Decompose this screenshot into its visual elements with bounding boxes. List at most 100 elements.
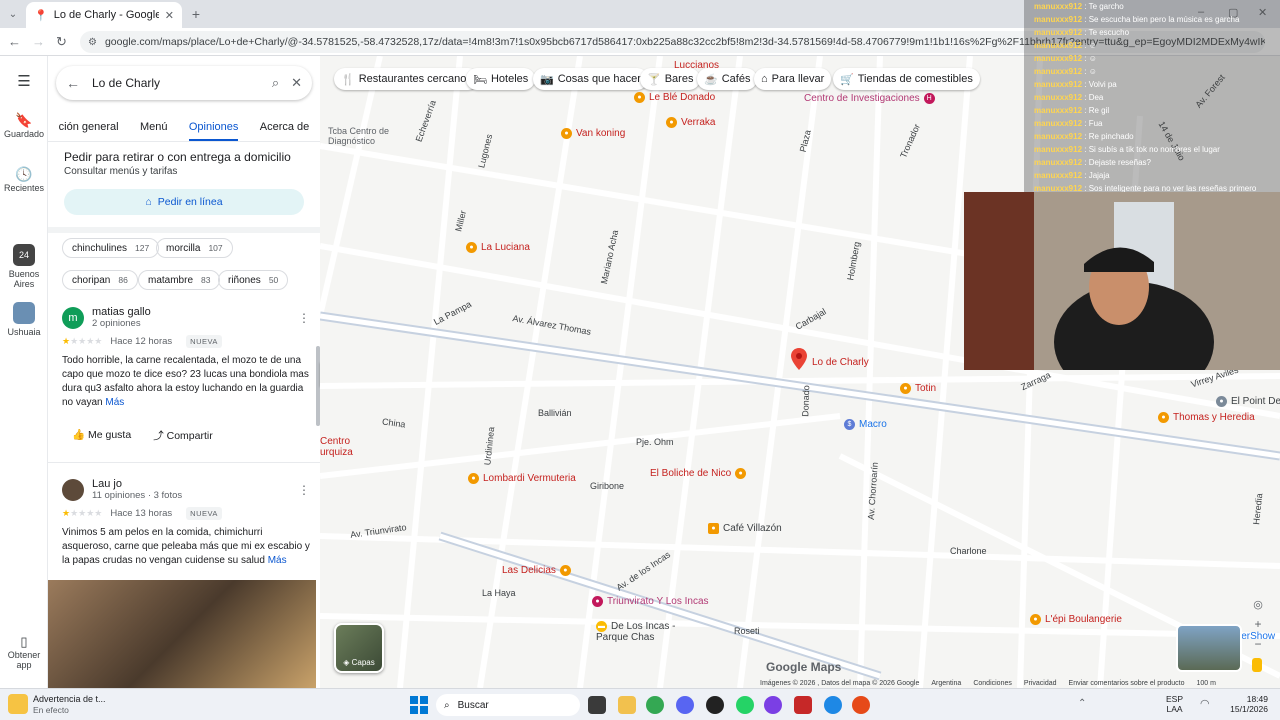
- chip-choripan[interactable]: choripan 86: [62, 270, 138, 290]
- country-link[interactable]: Argentina: [931, 680, 961, 688]
- close-tab-icon[interactable]: ✕: [165, 9, 174, 22]
- chat-message: manuxxx912 : Re gil: [1034, 106, 1110, 115]
- file-explorer-icon[interactable]: [618, 696, 636, 714]
- zoom-out-icon[interactable]: −: [1248, 636, 1268, 652]
- poi-lepi[interactable]: ● L'épi Boulangerie: [1030, 614, 1122, 625]
- layers-button[interactable]: ◈ Capas: [334, 623, 384, 673]
- whatsapp-icon[interactable]: [736, 696, 754, 714]
- chat-message: manuxxx912 : Te garcho: [1034, 2, 1124, 11]
- chip-bars[interactable]: 🍸 Bares: [640, 68, 701, 90]
- reviewer-name[interactable]: Lau jo: [92, 478, 290, 490]
- recent-button[interactable]: 🕓 Recientes: [0, 166, 48, 193]
- windows-start-icon[interactable]: [410, 696, 428, 714]
- app-icon[interactable]: [764, 696, 782, 714]
- search-icon[interactable]: ⌕: [272, 75, 279, 91]
- language-indicator[interactable]: ESP LAA: [1166, 694, 1183, 714]
- tab-about[interactable]: Acerca de: [260, 121, 310, 133]
- taskbar-search[interactable]: ⌕ Buscar: [436, 694, 580, 716]
- reviewer-name[interactable]: matias gallo: [92, 306, 290, 318]
- poi-boliche-nico[interactable]: El Boliche de Nico ●: [650, 468, 750, 479]
- chat-text: Volvi pa: [1088, 80, 1117, 89]
- pegman-icon[interactable]: [1252, 658, 1262, 672]
- chip-cafes[interactable]: ☕ Cafés: [697, 68, 758, 90]
- reload-icon[interactable]: ↻: [56, 34, 67, 50]
- wifi-icon[interactable]: ◠: [1200, 697, 1210, 710]
- share-button[interactable]: ⤴ Compartir: [153, 428, 213, 443]
- close-icon[interactable]: ✕: [291, 75, 302, 91]
- tab-menu[interactable]: Menú: [140, 121, 168, 133]
- app-icon[interactable]: [794, 696, 812, 714]
- privacy-link[interactable]: Privacidad: [1024, 680, 1057, 688]
- chip-hotels[interactable]: 🛏 Hoteles: [466, 68, 536, 90]
- poi-triunvirato-incas[interactable]: ● Triunvirato Y Los Incas: [592, 596, 709, 607]
- poi-centro-investigaciones[interactable]: Centro de Investigaciones H: [804, 93, 939, 104]
- my-location-icon[interactable]: ◎: [1248, 596, 1268, 612]
- forward-icon[interactable]: →: [32, 34, 45, 49]
- clock[interactable]: 18:49 15/1/2026: [1218, 694, 1268, 714]
- new-badge: NUEVA: [186, 335, 222, 348]
- poi-verraka[interactable]: ● Verraka: [666, 117, 715, 128]
- menu-icon[interactable]: ☰: [0, 72, 48, 90]
- poi-las-delicias[interactable]: Las Delicias ●: [502, 565, 575, 576]
- chip-things-to-do[interactable]: 📷 Cosas que hacer: [533, 68, 648, 90]
- feedback-link[interactable]: Enviar comentarios sobre el producto: [1069, 680, 1185, 688]
- poi-thomas-heredia[interactable]: ● Thomas y Heredia: [1158, 412, 1255, 423]
- chip-morcilla[interactable]: morcilla 107: [156, 238, 233, 258]
- takeout-icon: ⌂: [761, 73, 768, 85]
- back-icon[interactable]: ←: [8, 34, 21, 49]
- poi-centro-urquiza[interactable]: Centro urquiza: [320, 436, 368, 458]
- poi-el-point[interactable]: ● El Point De: [1216, 396, 1280, 407]
- search-input[interactable]: Lo de Charly: [92, 76, 260, 90]
- tab-list-icon[interactable]: ⌄: [6, 7, 20, 21]
- street-view-thumbnail[interactable]: [1176, 624, 1242, 672]
- avatar[interactable]: [62, 478, 84, 501]
- browser-tab[interactable]: 📍 Lo de Charly - Google Maps ✕: [26, 2, 182, 28]
- chrome-icon[interactable]: [646, 696, 664, 714]
- poi-cafe-villazon[interactable]: ● Café Villazón: [708, 523, 782, 534]
- tab-reviews[interactable]: Opiniones: [188, 121, 239, 141]
- terms-link[interactable]: Condiciones: [973, 680, 1012, 688]
- poi-macro[interactable]: $ Macro: [844, 419, 887, 430]
- ushuaia-button[interactable]: Ushuaia: [0, 302, 48, 337]
- poi-le-ble-donado[interactable]: ● Le Blé Donado: [634, 92, 715, 103]
- poi-totin[interactable]: ● Totin: [900, 383, 936, 394]
- notification-title[interactable]: Advertencia de t...: [33, 694, 106, 704]
- zoom-in-icon[interactable]: +: [1248, 616, 1268, 632]
- chevron-up-icon[interactable]: ⌃: [1078, 698, 1086, 709]
- chip-chinchulines[interactable]: chinchulines 127: [62, 238, 160, 258]
- chip-restaurants[interactable]: 🍴 Restaurantes cercanos: [334, 68, 479, 90]
- saved-button[interactable]: 🔖 Guardado: [0, 112, 48, 139]
- chip-matambre[interactable]: matambre 83: [138, 270, 221, 290]
- chip-rinones[interactable]: riñones 50: [218, 270, 289, 290]
- discord-icon[interactable]: [676, 696, 694, 714]
- hospital-icon: H: [923, 93, 935, 104]
- place-pin-icon[interactable]: [791, 348, 807, 370]
- tab-overview[interactable]: ción general: [59, 121, 119, 133]
- more-options-icon[interactable]: ⋮: [298, 483, 310, 497]
- poi-van-koning[interactable]: ● Van koning: [561, 128, 625, 139]
- poi-lombardi[interactable]: ● Lombardi Vermuteria: [468, 473, 576, 484]
- chip-takeout[interactable]: ⌂ Para llevar: [754, 68, 832, 90]
- poi-tcba[interactable]: Tcba Centro de Diagnóstico: [328, 126, 406, 146]
- poi-la-luciana[interactable]: ● La Luciana: [466, 242, 530, 253]
- task-view-icon[interactable]: [588, 696, 606, 714]
- back-arrow-icon[interactable]: ←: [66, 75, 80, 91]
- buenos-aires-button[interactable]: 24 Buenos Aires: [0, 244, 48, 289]
- more-options-icon[interactable]: ⋮: [298, 311, 310, 325]
- get-app-button[interactable]: ▯ Obtener app: [0, 634, 48, 670]
- like-button[interactable]: 👍 Me gusta: [72, 428, 131, 443]
- app-icon[interactable]: [824, 696, 842, 714]
- app-icon[interactable]: [852, 696, 870, 714]
- poi-luccianos[interactable]: Luccianos: [674, 60, 719, 71]
- more-link[interactable]: Más: [105, 397, 124, 408]
- order-online-button[interactable]: ⌂ Pedir en línea: [64, 189, 304, 215]
- review-photo[interactable]: [48, 580, 316, 688]
- new-tab-icon[interactable]: +: [188, 6, 204, 22]
- poi-de-los-incas[interactable]: ▬ De Los Incas - Parque Chas: [596, 621, 696, 643]
- avatar[interactable]: m: [62, 306, 84, 329]
- more-link[interactable]: Más: [268, 555, 287, 566]
- chip-groceries[interactable]: 🛒 Tiendas de comestibles: [833, 68, 980, 90]
- site-info-icon[interactable]: ⚙: [88, 37, 97, 48]
- obs-icon[interactable]: [706, 696, 724, 714]
- search-box[interactable]: ← Lo de Charly ⌕ ✕: [56, 66, 312, 100]
